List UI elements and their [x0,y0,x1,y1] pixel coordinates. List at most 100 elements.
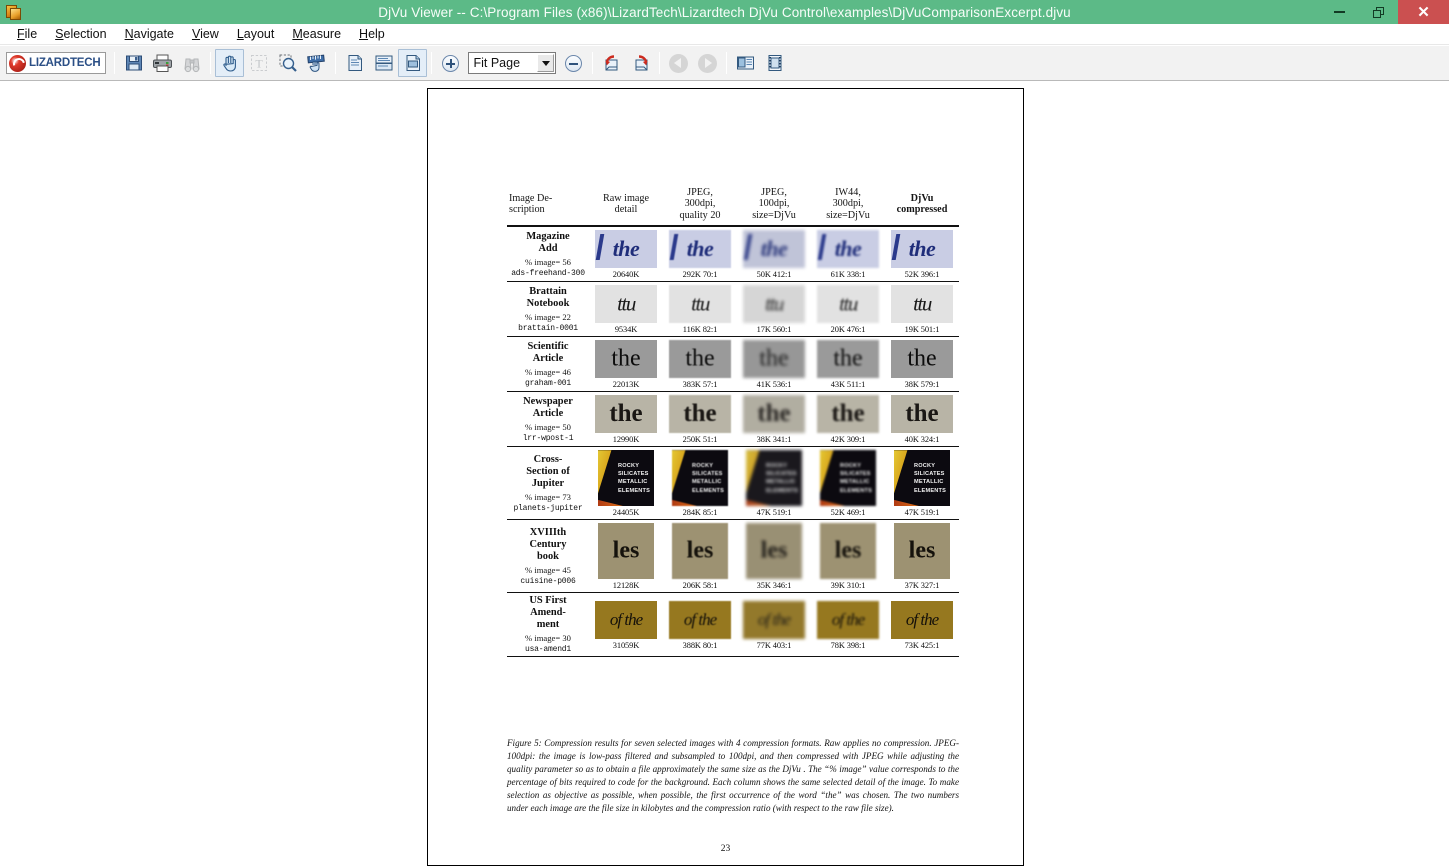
menu-help[interactable]: Help [350,25,394,43]
sample-thumbnail: the [595,340,657,379]
sample-size-ratio: 40K 324:1 [904,435,940,445]
save-button[interactable] [119,49,148,77]
next-page-button[interactable] [693,49,722,77]
zoom-level-value: Fit Page [473,56,521,70]
row-percent-image: % image= 56 [525,256,571,267]
sample-cell: the 42K 309:1 [811,392,885,447]
sample-size-ratio: 383K 57:1 [682,380,718,390]
row-title: Cross- Section of Jupiter [526,453,570,489]
lizardtech-swirl-icon [9,54,26,72]
print-button[interactable] [148,49,177,77]
sample-size-ratio: 116K 82:1 [682,325,718,335]
column-header-description: Image De- scription [509,192,553,216]
pan-tool-button[interactable] [215,49,245,77]
sample-thumbnail: ROCKY SILICATES METALLIC ELEMENTS [746,450,802,507]
sample-thumbnail: of the [817,600,879,639]
row-label-cell: Newspaper Article % image= 50 lrr-wpost-1 [507,392,589,447]
table-row: Newspaper Article % image= 50 lrr-wpost-1 th… [507,392,959,447]
single-page-view-button[interactable] [340,49,369,77]
toolbar-separator [659,52,661,74]
close-button[interactable]: ✕ [1398,0,1449,24]
sample-detail-text: the [905,400,939,428]
zoom-in-button[interactable] [436,49,465,77]
ruler-hand-icon [307,54,326,72]
row-title: XVIIIth Century book [529,526,567,562]
sample-detail-text: the [834,236,862,262]
sample-size-ratio: 43K 511:1 [830,380,866,390]
chevron-down-icon[interactable] [537,54,555,72]
sample-detail-text: the [831,400,865,428]
row-label-cell: US First Amend-ment % image= 30 usa-amend1 [507,593,589,656]
row-title: Brattain Notebook [526,285,570,309]
zoom-area-button[interactable] [273,49,302,77]
outline-panel-button[interactable] [760,49,789,77]
restore-button[interactable] [1359,0,1398,24]
sample-detail-text: les [908,537,936,564]
sample-size-ratio: 52K 396:1 [904,270,940,280]
row-file-id: cuisine-p006 [520,576,576,586]
text-select-button[interactable]: T [244,49,273,77]
sample-thumbnail: the [669,395,731,434]
sample-size-ratio: 20640K [612,270,640,280]
sample-detail-text: ttu [913,291,932,316]
sample-thumbnail: ROCKY SILICATES METALLIC ELEMENTS [672,450,728,507]
sample-detail-text: the [685,345,715,372]
table-row: Scientific Article % image= 46 graham-001 th… [507,337,959,392]
sample-size-ratio: 292K 70:1 [682,270,718,280]
sample-cell: les 12128K [589,520,663,593]
sample-cell: les 206K 58:1 [663,520,737,593]
menu-measure[interactable]: Measure [283,25,350,43]
page-number: 23 [720,844,731,854]
sample-cell: the 41K 536:1 [737,337,811,392]
figure-caption: Figure 5: Compression results for seven … [507,738,959,813]
row-file-id: lrr-wpost-1 [522,433,574,443]
sample-size-ratio: 284K 85:1 [682,508,718,518]
rotate-right-button[interactable] [626,49,655,77]
sample-size-ratio: 12990K [612,435,640,445]
minimize-button[interactable] [1320,0,1359,24]
menu-layout[interactable]: Layout [228,25,284,43]
find-button[interactable] [177,49,206,77]
menu-view[interactable]: View [183,25,228,43]
menu-navigate[interactable]: Navigate [116,25,183,43]
lizardtech-logo-button[interactable]: LIZARDTECH [6,52,107,74]
toolbar-separator [114,52,116,74]
continuous-view-button[interactable] [369,49,398,77]
sample-cell: ROCKY SILICATES METALLIC ELEMENTS 47K 519:1 [737,447,811,520]
table-body: Magazine Add % image= 56 ads-freehand-300 th… [507,225,959,657]
row-percent-image: % image= 30 [525,632,571,643]
outline-panel-icon [768,55,782,71]
zoom-out-button[interactable] [559,49,588,77]
document-viewport[interactable]: Image De- scription Raw image detail JPE… [0,81,1449,868]
row-file-id: graham-001 [524,378,571,388]
toolbar-separator [210,52,212,74]
measure-tool-button[interactable] [302,49,331,77]
table-row: Brattain Notebook % image= 22 brattain-0001… [507,282,959,337]
column-header-raw: Raw image detail [602,192,650,216]
sample-thumbnail: the [743,395,805,434]
sample-detail-text: the [759,345,789,372]
floppy-disk-icon [125,55,142,71]
zoom-level-combobox[interactable]: Fit Page [468,52,557,74]
thumbnails-panel-button[interactable] [731,49,760,77]
row-label-cell: XVIIIth Century book % image= 45 cuisine-p00… [507,520,589,593]
toolbar-separator [592,52,594,74]
row-percent-image: % image= 73 [525,491,571,502]
sample-size-ratio: 73K 425:1 [904,640,940,650]
sample-cell: ttu 19K 501:1 [885,282,959,337]
sample-thumbnail: the [817,340,879,379]
table-header-row: Image De- scription Raw image detail JPE… [507,187,959,226]
sample-thumbnail: the [891,230,953,269]
facing-page-view-button[interactable] [398,49,428,77]
sample-thumbnail: the [669,340,731,379]
sample-cell: the 50K 412:1 [737,227,811,282]
row-title: Magazine Add [526,230,570,254]
menu-selection[interactable]: Selection [46,25,115,43]
sample-thumbnail: the [817,395,879,434]
sample-detail-text: the [833,345,863,372]
sample-cell: ttu 9534K [589,282,663,337]
previous-page-button[interactable] [664,49,693,77]
table-row: Cross- Section of Jupiter % image= 73 planet… [507,447,959,520]
rotate-left-button[interactable] [597,49,626,77]
menu-file[interactable]: File [8,25,46,43]
